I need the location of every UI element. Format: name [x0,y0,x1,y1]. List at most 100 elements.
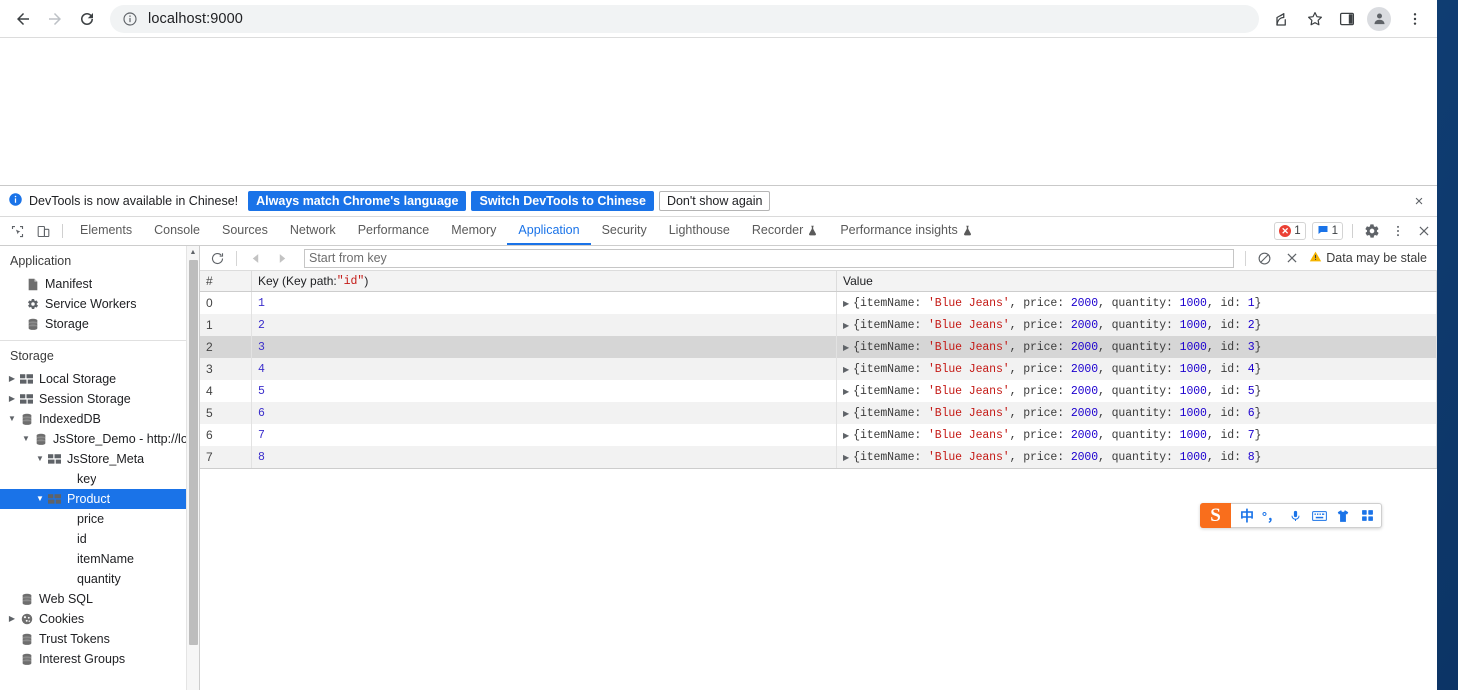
tab-console[interactable]: Console [143,217,211,245]
bookmark-star-icon[interactable] [1301,5,1329,33]
row-value-cell[interactable]: ▶ {itemName: 'Blue Jeans', price: 2000, q… [837,336,1437,358]
ime-logo-icon[interactable]: S [1200,503,1231,528]
profile-avatar[interactable] [1367,6,1391,31]
share-icon[interactable] [1269,5,1297,33]
grid-more-icon[interactable] [1355,504,1379,527]
chrome-menu-icon[interactable] [1401,5,1429,33]
tab-security[interactable]: Security [591,217,658,245]
row-key-cell[interactable]: 6 [252,402,837,424]
tab-elements[interactable]: Elements [69,217,143,245]
chevron-right-icon[interactable]: ▶ [6,615,18,623]
tab-recorder[interactable]: Recorder [741,217,829,245]
row-value-cell[interactable]: ▶ {itemName: 'Blue Jeans', price: 2000, q… [837,314,1437,336]
table-row[interactable]: 5 6 ▶ {itemName: 'Blue Jeans', price: 2000,… [200,402,1437,424]
scrollbar-thumb[interactable] [189,260,198,645]
header-value[interactable]: Value [837,271,1437,291]
tab-performance[interactable]: Performance [347,217,441,245]
row-value-cell[interactable]: ▶ {itemName: 'Blue Jeans', price: 2000, q… [837,358,1437,380]
refresh-icon[interactable] [204,247,231,270]
tab-sources[interactable]: Sources [211,217,279,245]
chevron-right-icon[interactable]: ▶ [6,395,18,403]
sidebar-item-jsstore-meta[interactable]: ▼ JsStore_Meta [0,449,199,469]
chevron-down-icon[interactable]: ▼ [34,455,46,463]
row-value-cell[interactable]: ▶ {itemName: 'Blue Jeans', price: 2000, q… [837,424,1437,446]
infobar-close-icon[interactable]: × [1409,194,1429,209]
expand-triangle-icon[interactable]: ▶ [843,343,849,352]
message-count-badge[interactable]: 1 [1311,222,1343,240]
chevron-down-icon[interactable]: ▼ [34,495,46,503]
site-info-icon[interactable] [122,11,138,27]
table-row[interactable]: 0 1 ▶ {itemName: 'Blue Jeans', price: 2000,… [200,292,1437,314]
chevron-down-icon[interactable]: ▼ [20,435,32,443]
table-row[interactable]: 6 7 ▶ {itemName: 'Blue Jeans', price: 2000,… [200,424,1437,446]
tshirt-icon[interactable] [1331,504,1355,527]
row-value-cell[interactable]: ▶ {itemName: 'Blue Jeans', price: 2000, q… [837,402,1437,424]
sidebar-item-jsstore-demo-http-lo[interactable]: ▼ JsStore_Demo - http://lo [0,429,199,449]
table-row[interactable]: 4 5 ▶ {itemName: 'Blue Jeans', price: 2000,… [200,380,1437,402]
sidebar-item-id[interactable]: id [0,529,199,549]
tab-application[interactable]: Application [507,217,591,245]
table-row[interactable]: 1 2 ▶ {itemName: 'Blue Jeans', price: 2000,… [200,314,1437,336]
switch-to-chinese-button[interactable]: Switch DevTools to Chinese [471,191,654,211]
row-key-cell[interactable]: 3 [252,336,837,358]
expand-triangle-icon[interactable]: ▶ [843,299,849,308]
sidebar-item-web-sql[interactable]: Web SQL [0,589,199,609]
chevron-right-icon[interactable]: ▶ [6,375,18,383]
expand-triangle-icon[interactable]: ▶ [843,365,849,374]
clear-object-store-icon[interactable] [1251,247,1278,270]
scrollbar-up-arrow-icon[interactable]: ▲ [187,246,199,258]
expand-triangle-icon[interactable]: ▶ [843,409,849,418]
sidebar-item-manifest[interactable]: Manifest [0,274,199,294]
always-match-language-button[interactable]: Always match Chrome's language [248,191,467,211]
expand-triangle-icon[interactable]: ▶ [843,453,849,462]
row-value-cell[interactable]: ▶ {itemName: 'Blue Jeans', price: 2000, q… [837,380,1437,402]
delete-selected-icon[interactable] [1278,247,1305,270]
sidebar-item-quantity[interactable]: quantity [0,569,199,589]
device-toolbar-icon[interactable] [30,217,56,245]
forward-button[interactable] [40,4,70,34]
table-row[interactable]: 2 3 ▶ {itemName: 'Blue Jeans', price: 2000,… [200,336,1437,358]
expand-triangle-icon[interactable]: ▶ [843,321,849,330]
expand-triangle-icon[interactable]: ▶ [843,387,849,396]
tab-performance-insights[interactable]: Performance insights [829,217,983,245]
row-key-cell[interactable]: 5 [252,380,837,402]
row-key-cell[interactable]: 7 [252,424,837,446]
microphone-icon[interactable] [1283,504,1307,527]
table-row[interactable]: 7 8 ▶ {itemName: 'Blue Jeans', price: 2000,… [200,446,1437,468]
sidebar-item-cookies[interactable]: ▶ Cookies [0,609,199,629]
address-bar[interactable]: localhost:9000 [110,4,1259,33]
expand-triangle-icon[interactable]: ▶ [843,431,849,440]
row-key-cell[interactable]: 2 [252,314,837,336]
error-count-badge[interactable]: ✕ 1 [1274,222,1306,240]
inspect-element-icon[interactable] [4,217,30,245]
header-key[interactable]: Key (Key path: "id") [252,271,837,291]
table-row[interactable]: 3 4 ▶ {itemName: 'Blue Jeans', price: 2000,… [200,358,1437,380]
ime-floating-toolbar[interactable]: S 中 °， [1200,503,1382,528]
sidebar-item-indexeddb[interactable]: ▼ IndexedDB [0,409,199,429]
sidebar-item-key[interactable]: key [0,469,199,489]
sidebar-item-local-storage[interactable]: ▶ Local Storage [0,369,199,389]
sidebar-item-price[interactable]: price [0,509,199,529]
row-value-cell[interactable]: ▶ {itemName: 'Blue Jeans', price: 2000, q… [837,292,1437,314]
sidebar-item-product[interactable]: ▼ Product [0,489,199,509]
devtools-more-icon[interactable] [1385,217,1411,245]
row-key-cell[interactable]: 8 [252,446,837,468]
sidebar-item-service-workers[interactable]: Service Workers [0,294,199,314]
previous-page-icon[interactable] [242,247,269,270]
sidebar-item-storage[interactable]: Storage [0,314,199,334]
row-key-cell[interactable]: 4 [252,358,837,380]
reload-button[interactable] [72,4,102,34]
side-panel-icon[interactable] [1333,5,1361,33]
ime-language-mode-button[interactable]: 中 [1235,504,1259,527]
start-from-key-input[interactable] [304,248,1235,268]
header-index[interactable]: # [200,271,252,291]
back-button[interactable] [8,4,38,34]
sidebar-item-itemname[interactable]: itemName [0,549,199,569]
sidebar-item-session-storage[interactable]: ▶ Session Storage [0,389,199,409]
tab-memory[interactable]: Memory [440,217,507,245]
dont-show-again-button[interactable]: Don't show again [658,191,771,211]
row-key-cell[interactable]: 1 [252,292,837,314]
ime-punctuation-button[interactable]: °， [1259,504,1283,527]
sidebar-item-trust-tokens[interactable]: Trust Tokens [0,629,199,649]
chevron-down-icon[interactable]: ▼ [6,415,18,423]
